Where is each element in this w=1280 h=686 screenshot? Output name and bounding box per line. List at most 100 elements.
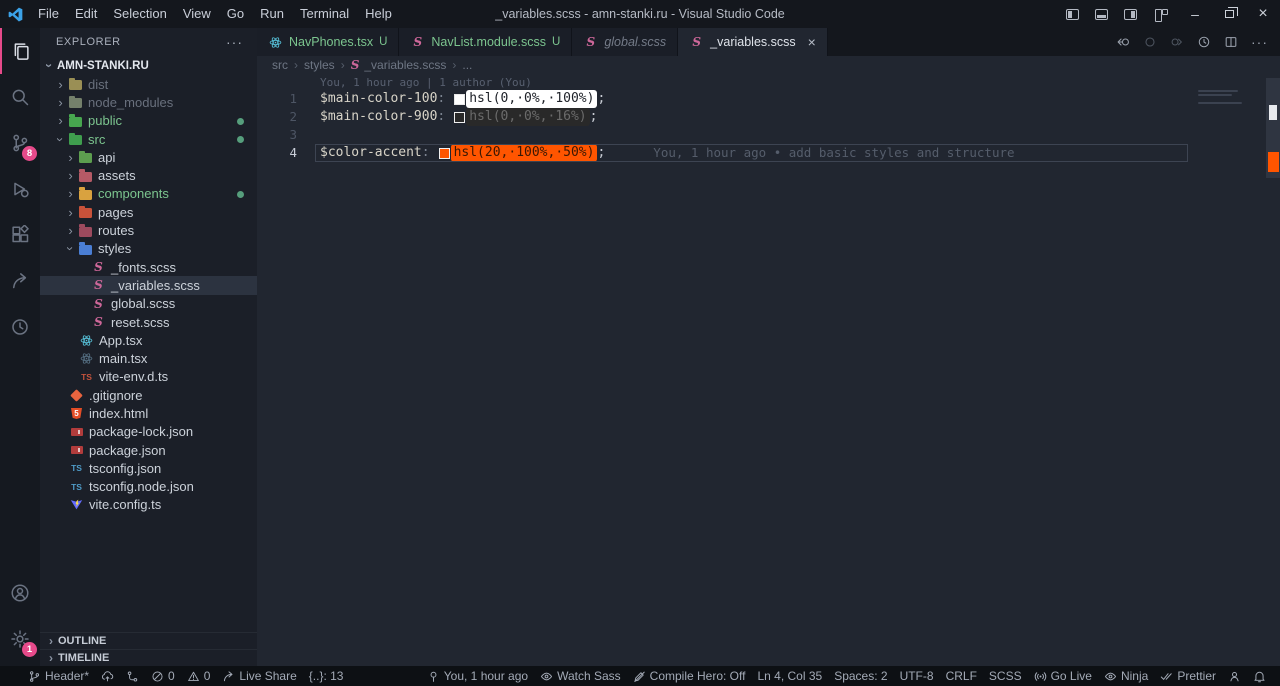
feedback[interactable] bbox=[1222, 666, 1247, 686]
activity-item-extensions[interactable] bbox=[0, 212, 40, 258]
scrollbar[interactable] bbox=[1266, 76, 1280, 376]
branch-status[interactable]: Header* bbox=[22, 666, 95, 686]
code-line-1[interactable]: 1 $main-color-100: hsl(0,·0%,·100%); bbox=[257, 90, 1280, 108]
cursor-position[interactable]: Ln 4, Col 35 bbox=[751, 666, 828, 686]
close-icon[interactable]: × bbox=[1246, 0, 1280, 28]
code-editor[interactable]: You, 1 hour ago | 1 author (You) 1 $main-… bbox=[257, 76, 1280, 178]
split-editor-icon[interactable] bbox=[1224, 35, 1238, 49]
code-line-3[interactable]: 3 bbox=[257, 126, 1280, 144]
codelens[interactable]: You, 1 hour ago | 1 author (You) bbox=[257, 76, 1280, 90]
prev-change-icon[interactable] bbox=[1143, 35, 1157, 49]
encoding[interactable]: UTF-8 bbox=[894, 666, 940, 686]
go-live-status[interactable]: Go Live bbox=[1028, 666, 1098, 686]
tree-item-reset.scss[interactable]: Sreset.scss bbox=[40, 313, 257, 331]
menu-file[interactable]: File bbox=[30, 0, 67, 28]
activity-item-source-control[interactable]: 8 bbox=[0, 120, 40, 166]
indentation[interactable]: Spaces: 2 bbox=[828, 666, 893, 686]
activity-item-live-share[interactable] bbox=[0, 258, 40, 304]
file-history-icon[interactable] bbox=[1197, 35, 1211, 49]
ninja-status[interactable]: Ninja bbox=[1098, 666, 1154, 686]
menu-view[interactable]: View bbox=[175, 0, 219, 28]
menu-go[interactable]: Go bbox=[219, 0, 252, 28]
tab-_variables.scss[interactable]: S _variables.scss × bbox=[678, 28, 828, 56]
color-swatch[interactable] bbox=[454, 111, 466, 123]
activity-item-accounts[interactable] bbox=[0, 570, 40, 616]
compile-hero-status[interactable]: Compile Hero: Off bbox=[627, 666, 752, 686]
tree-item-public[interactable]: › public bbox=[40, 112, 257, 130]
tree-item-components[interactable]: › components bbox=[40, 185, 257, 203]
breadcrumb-item[interactable]: S _variables.scss bbox=[351, 58, 447, 72]
tree-item-main.tsx[interactable]: main.tsx bbox=[40, 349, 257, 367]
tree-item-routes[interactable]: › routes bbox=[40, 221, 257, 239]
line-number[interactable]: 4 bbox=[257, 144, 297, 162]
tree-item-pages[interactable]: › pages bbox=[40, 203, 257, 221]
live-share-status[interactable]: Live Share bbox=[216, 666, 302, 686]
activity-item-search[interactable] bbox=[0, 74, 40, 120]
tree-item-_variables.scss[interactable]: S _variables.scss bbox=[40, 276, 257, 295]
color-value[interactable]: hsl(0,·0%,·16%) bbox=[466, 108, 590, 126]
tree-item-global.scss[interactable]: Sglobal.scss bbox=[40, 295, 257, 313]
section-timeline[interactable]: › TIMELINE bbox=[40, 649, 257, 666]
prettier-status[interactable]: Prettier bbox=[1154, 666, 1222, 686]
breadcrumb-item[interactable]: src bbox=[272, 58, 288, 72]
layout-sidebar-left-icon[interactable] bbox=[1066, 8, 1079, 20]
tree-item-.gitignore[interactable]: .gitignore bbox=[40, 386, 257, 404]
activity-item-settings[interactable]: 1 bbox=[0, 616, 40, 662]
tree-item-package.json[interactable]: package.json bbox=[40, 441, 257, 459]
tree-item-dist[interactable]: › dist bbox=[40, 75, 257, 93]
tree-item-node_modules[interactable]: › node_modules bbox=[40, 93, 257, 111]
menu-terminal[interactable]: Terminal bbox=[292, 0, 357, 28]
minimap[interactable] bbox=[1196, 90, 1264, 130]
tree-item-vite.config.ts[interactable]: vite.config.ts bbox=[40, 496, 257, 514]
tree-item-index.html[interactable]: 5 index.html bbox=[40, 404, 257, 422]
breadcrumb-item[interactable]: ... bbox=[462, 58, 472, 72]
activity-item-run-debug[interactable] bbox=[0, 166, 40, 212]
layout-customize-icon[interactable] bbox=[1155, 8, 1168, 22]
notifications[interactable] bbox=[1247, 666, 1272, 686]
blame-status[interactable]: You, 1 hour ago bbox=[421, 666, 534, 686]
line-number[interactable]: 1 bbox=[257, 90, 297, 108]
tree-item-package-lock.json[interactable]: package-lock.json bbox=[40, 423, 257, 441]
tab-global.scss[interactable]: Sglobal.scss bbox=[572, 28, 679, 56]
tab-navphones.tsx[interactable]: NavPhones.tsx U bbox=[257, 28, 400, 56]
tree-item-app.tsx[interactable]: App.tsx bbox=[40, 331, 257, 349]
minimize-icon[interactable]: – bbox=[1178, 0, 1212, 28]
tree-item-assets[interactable]: › assets bbox=[40, 166, 257, 184]
layout-sidebar-right-icon[interactable] bbox=[1124, 8, 1137, 20]
line-number[interactable]: 3 bbox=[257, 126, 297, 144]
color-value[interactable]: hsl(20,·100%,·50%) bbox=[450, 144, 598, 162]
git-graph-status[interactable] bbox=[120, 666, 145, 686]
tab-navlist.module.scss[interactable]: S NavList.module.scss U bbox=[399, 28, 573, 56]
restore-icon[interactable] bbox=[1212, 0, 1246, 28]
menu-selection[interactable]: Selection bbox=[105, 0, 174, 28]
brace-count-status[interactable]: {..}: 13 bbox=[303, 666, 350, 686]
color-value[interactable]: hsl(0,·0%,·100%) bbox=[466, 90, 598, 108]
activity-item-gitlens[interactable] bbox=[0, 304, 40, 350]
tree-item-api[interactable]: › api bbox=[40, 148, 257, 166]
errors-status[interactable]: 0 bbox=[145, 666, 181, 686]
more-actions-icon[interactable]: ··· bbox=[1251, 34, 1268, 50]
breadcrumb-item[interactable]: styles bbox=[304, 58, 335, 72]
code-line-2[interactable]: 2 $main-color-900: hsl(0,·0%,·16%); bbox=[257, 108, 1280, 126]
layout-panel-icon[interactable] bbox=[1095, 8, 1108, 20]
tree-item-styles[interactable]: › styles bbox=[40, 240, 257, 258]
eol-sequence[interactable]: CRLF bbox=[940, 666, 983, 686]
tree-item-vite-env.d.ts[interactable]: TS vite-env.d.ts bbox=[40, 368, 257, 386]
language-mode[interactable]: SCSS bbox=[983, 666, 1028, 686]
workspace-root[interactable]: › AMN-STANKI.RU bbox=[40, 56, 257, 75]
watch-sass-status[interactable]: Watch Sass bbox=[534, 666, 627, 686]
close-icon[interactable]: × bbox=[808, 35, 816, 49]
activity-item-explorer[interactable] bbox=[0, 28, 40, 74]
warnings-status[interactable]: 0 bbox=[181, 666, 217, 686]
line-number[interactable]: 2 bbox=[257, 108, 297, 126]
next-change-icon[interactable] bbox=[1170, 35, 1184, 49]
tree-item-_fonts.scss[interactable]: S _fonts.scss bbox=[40, 258, 257, 276]
open-changes-icon[interactable] bbox=[1116, 35, 1130, 49]
tree-item-tsconfig.json[interactable]: TS tsconfig.json bbox=[40, 459, 257, 477]
code-line-4[interactable]: 4 $color-accent: hsl(20,·100%,·50%); You, 1… bbox=[257, 144, 1280, 162]
section-outline[interactable]: › OUTLINE bbox=[40, 632, 257, 649]
menu-run[interactable]: Run bbox=[252, 0, 292, 28]
tree-item-src[interactable]: › src bbox=[40, 130, 257, 148]
tree-item-tsconfig.node.json[interactable]: TS tsconfig.node.json bbox=[40, 478, 257, 496]
publish-status[interactable] bbox=[95, 666, 120, 686]
